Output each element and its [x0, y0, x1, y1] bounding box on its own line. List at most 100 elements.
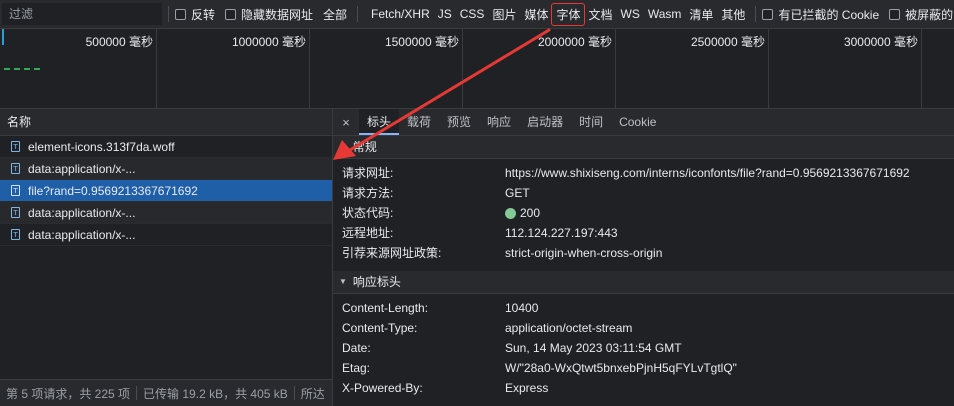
tab-response[interactable]: 响应 [479, 109, 519, 135]
timeline-gridline [921, 29, 922, 108]
hide-data-urls-label: 隐藏数据网址 [241, 7, 314, 22]
timeline-tick-label: 3000000 毫秒 [843, 35, 918, 49]
status-ok-icon [505, 207, 516, 219]
filter-img[interactable]: 图片 [488, 4, 520, 25]
status-code: 200 [520, 206, 541, 220]
name-column-header[interactable]: 名称 [0, 109, 332, 136]
filter-other[interactable]: 其他 [717, 4, 749, 25]
header-key: Etag: [342, 361, 371, 375]
details-tab-bar: × 标头 载荷 预览 响应 启动器 时间 Cookie [333, 109, 954, 136]
timeline-overview[interactable]: 500000 毫秒 1000000 毫秒 1500000 毫秒 2000000 … [0, 29, 954, 109]
checkbox-box[interactable] [762, 8, 774, 20]
checkbox-box[interactable] [175, 8, 186, 20]
font-file-icon: T [11, 207, 20, 218]
header-value: 10400 [505, 301, 539, 315]
header-key: 引荐来源网址政策: [342, 246, 442, 260]
blocked-requests-checkbox[interactable]: 被屏蔽的 [889, 6, 953, 23]
filter-fetch-xhr[interactable]: Fetch/XHR [367, 5, 434, 23]
header-row-request-url: 请求网址: https://www.shixiseng.com/interns/… [333, 163, 954, 183]
resources-size: 所达 [300, 386, 325, 401]
timeline-tick-label: 1000000 毫秒 [231, 35, 306, 49]
timeline-tick-label: 2500000 毫秒 [690, 35, 765, 49]
header-value: application/octet-stream [505, 321, 633, 335]
filter-media[interactable]: 媒体 [520, 4, 552, 25]
header-row-status-code: 状态代码: 200 [333, 203, 954, 223]
font-file-icon: T [11, 229, 20, 240]
header-value: Sun, 14 May 2023 03:11:54 GMT [505, 341, 682, 355]
tab-timing[interactable]: 时间 [571, 109, 611, 135]
timeline-load-marker [4, 68, 40, 70]
filter-css[interactable]: CSS [456, 5, 489, 23]
checkbox-box[interactable] [889, 8, 901, 20]
header-key: 状态代码: [342, 206, 394, 220]
general-section-header[interactable]: ▼ 常规 [333, 136, 954, 159]
timeline-gridline [462, 29, 463, 108]
request-name: data:application/x-... [28, 205, 136, 220]
font-file-icon: T [11, 163, 20, 174]
blocked-requests-label: 被屏蔽的 [905, 7, 954, 22]
tab-preview[interactable]: 预览 [439, 109, 479, 135]
toolbar-divider [357, 6, 359, 22]
header-row-referrer-policy: 引荐来源网址政策: strict-origin-when-cross-origi… [333, 243, 954, 263]
header-value: Express [505, 381, 549, 395]
header-key: 请求网址: [342, 166, 394, 180]
filter-input[interactable] [2, 3, 162, 25]
header-row-date: Date: Sun, 14 May 2023 03:11:54 GMT [333, 338, 954, 358]
transferred-size: 已传输 19.2 kB，共 405 kB [143, 386, 288, 401]
request-row[interactable]: T data:application/x-... [0, 202, 332, 224]
section-title: 响应标头 [352, 275, 401, 289]
request-name: data:application/x-... [28, 161, 136, 176]
request-row[interactable]: T data:application/x-... [0, 224, 332, 246]
request-row-selected[interactable]: T file?rand=0.9569213367671692 [0, 180, 332, 202]
header-row-etag: Etag: W/"28a0-WxQtwt5bnxebPjnH5qFYLvTgtl… [333, 358, 954, 378]
font-file-icon: T [11, 185, 20, 196]
timeline-tick-label: 2000000 毫秒 [537, 35, 612, 49]
request-row[interactable]: T data:application/x-... [0, 158, 332, 180]
section-title: 常规 [352, 140, 377, 154]
tab-initiator[interactable]: 启动器 [519, 109, 571, 135]
header-key: Date: [342, 341, 371, 355]
filter-font[interactable]: 字体 [551, 2, 586, 26]
tab-payload[interactable]: 载荷 [399, 109, 439, 135]
timeline-tick-label: 1500000 毫秒 [384, 35, 459, 49]
header-row-x-powered-by: X-Powered-By: Express [333, 378, 954, 398]
header-value: W/"28a0-WxQtwt5bnxebPjnH5qFYLvTgtlQ" [505, 361, 737, 375]
timeline-gridline [615, 29, 616, 108]
filter-wasm[interactable]: Wasm [644, 5, 686, 23]
network-status-bar: 第 5 项请求，共 225 项 已传输 19.2 kB，共 405 kB 所达 [0, 379, 332, 406]
timeline-gridline [768, 29, 769, 108]
invert-checkbox[interactable]: 反转 [175, 6, 215, 23]
header-key: Content-Type: [342, 321, 418, 335]
filter-doc[interactable]: 文档 [584, 4, 616, 25]
request-list-pane: 名称 T element-icons.313f7da.woff T data:a… [0, 109, 333, 406]
response-headers-section-header[interactable]: ▼ 响应标头 [333, 271, 954, 294]
request-name: element-icons.313f7da.woff [28, 139, 175, 154]
header-row-request-method: 请求方法: GET [333, 183, 954, 203]
toolbar-divider [168, 6, 169, 22]
filter-all[interactable]: 全部 [319, 4, 351, 25]
header-value: 112.124.227.197:443 [505, 226, 618, 240]
close-icon[interactable]: × [333, 115, 359, 130]
filter-manifest[interactable]: 清单 [685, 4, 717, 25]
header-row-content-type: Content-Type: application/octet-stream [333, 318, 954, 338]
header-key: 远程地址: [342, 226, 394, 240]
hide-data-urls-checkbox[interactable]: 隐藏数据网址 [225, 6, 313, 23]
request-name: file?rand=0.9569213367671692 [28, 183, 198, 198]
tab-headers[interactable]: 标头 [359, 109, 400, 135]
filter-js[interactable]: JS [434, 5, 456, 23]
filter-ws[interactable]: WS [617, 5, 644, 23]
header-value: https://www.shixiseng.com/interns/iconfo… [505, 166, 910, 180]
header-key: X-Powered-By: [342, 381, 423, 395]
collapse-triangle-icon: ▼ [339, 277, 347, 286]
checkbox-box[interactable] [225, 8, 237, 20]
tab-cookies[interactable]: Cookie [611, 109, 664, 135]
collapse-triangle-icon: ▼ [339, 142, 347, 151]
header-row-remote-address: 远程地址: 112.124.227.197:443 [333, 223, 954, 243]
request-row[interactable]: T element-icons.313f7da.woff [0, 136, 332, 158]
header-key: Content-Length: [342, 301, 429, 315]
font-file-icon: T [11, 141, 20, 152]
blocked-cookies-checkbox[interactable]: 有已拦截的 Cookie [762, 6, 879, 23]
request-name: data:application/x-... [28, 227, 136, 242]
type-filter-group: Fetch/XHR JS CSS 图片 媒体 字体 文档 WS Wasm 清单 … [367, 2, 749, 26]
request-details-pane: × 标头 载荷 预览 响应 启动器 时间 Cookie ▼ 常规 请求网址: h… [333, 109, 954, 406]
